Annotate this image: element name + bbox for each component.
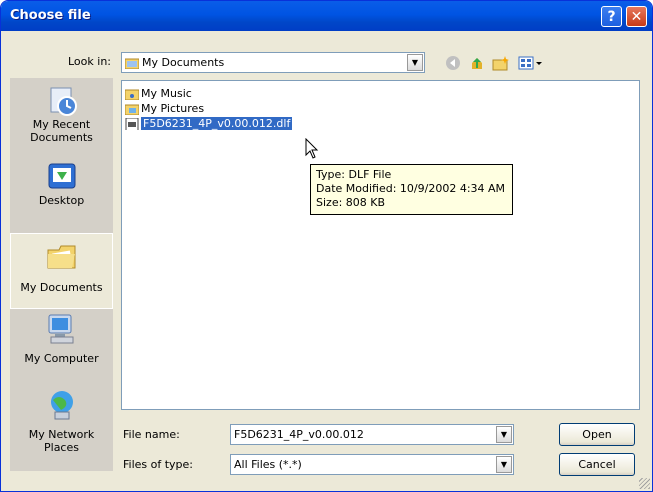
place-my-computer[interactable]: My Computer — [10, 312, 113, 365]
dlf-file-icon — [125, 118, 139, 130]
place-my-recent-documents[interactable]: My Recent Documents — [10, 84, 113, 144]
help-icon: ? — [607, 9, 616, 25]
close-button[interactable]: ✕ — [626, 6, 647, 27]
place-my-documents[interactable]: My Documents — [10, 233, 113, 309]
look-in-label: Look in: — [68, 55, 111, 68]
place-my-network-places[interactable]: My Network Places — [10, 388, 113, 454]
back-icon[interactable] — [444, 55, 462, 73]
cancel-button[interactable]: Cancel — [559, 453, 635, 476]
open-button[interactable]: Open — [559, 423, 635, 446]
file-name-input[interactable]: F5D6231_4P_v0.00.012 ▼ — [230, 424, 514, 445]
place-label: My Computer — [24, 352, 99, 365]
dialog-title: Choose file — [10, 8, 91, 23]
file-list[interactable]: My Music My Pictures F5D6231_4P_v0.00.01… — [121, 80, 640, 410]
title-bar[interactable]: Choose file ? ✕ — [1, 1, 652, 31]
file-type-value: All Files (*.*) — [234, 458, 302, 471]
look-in-value: My Documents — [142, 56, 225, 69]
music-folder-icon — [125, 89, 139, 100]
chevron-down-icon[interactable]: ▼ — [407, 54, 423, 71]
mouse-cursor-icon — [305, 138, 319, 159]
file-name: My Music — [141, 87, 192, 100]
up-folder-icon[interactable] — [468, 55, 486, 73]
list-item-selected[interactable]: F5D6231_4P_v0.00.012.dlf — [125, 117, 293, 132]
chevron-down-icon[interactable]: ▼ — [496, 426, 512, 443]
file-type-label: Files of type: — [123, 458, 194, 471]
file-name: F5D6231_4P_v0.00.012.dlf — [141, 117, 293, 130]
pictures-folder-icon — [125, 104, 139, 115]
places-bar: My Recent Documents Desktop My Documents… — [10, 78, 113, 471]
my-computer-icon — [48, 314, 73, 344]
close-icon: ✕ — [630, 9, 643, 25]
recent-documents-icon — [50, 87, 77, 116]
look-in-value-wrap: My Documents — [124, 56, 225, 70]
place-label: Desktop — [38, 194, 85, 207]
place-label: My Recent Documents — [30, 118, 93, 144]
my-documents-small-icon — [124, 58, 140, 70]
file-type-dropdown[interactable]: All Files (*.*) ▼ — [230, 454, 514, 475]
file-info-tooltip: Type: DLF File Date Modified: 10/9/2002 … — [310, 164, 513, 215]
tooltip-type: Type: DLF File — [316, 168, 392, 181]
view-menu-icon[interactable] — [518, 55, 544, 73]
network-places-icon — [50, 391, 73, 420]
tooltip-date-modified: Date Modified: 10/9/2002 4:34 AM — [316, 182, 506, 195]
new-folder-icon[interactable] — [492, 55, 510, 73]
my-documents-icon — [47, 245, 75, 269]
list-item[interactable]: My Music — [125, 87, 192, 102]
look-in-dropdown[interactable]: My Documents ▼ — [121, 52, 425, 73]
choose-file-dialog: Choose file ? ✕ Look in: My Documents ▼ … — [0, 0, 653, 492]
file-name-label: File name: — [123, 428, 180, 441]
file-name-value: F5D6231_4P_v0.00.012 — [234, 428, 364, 441]
chevron-down-icon[interactable]: ▼ — [496, 456, 512, 473]
tooltip-size: Size: 808 KB — [316, 196, 386, 209]
resize-grip[interactable] — [639, 478, 650, 489]
place-desktop[interactable]: Desktop — [10, 160, 113, 207]
place-label: My Network Places — [28, 428, 95, 454]
file-name: My Pictures — [141, 102, 205, 115]
list-item[interactable]: My Pictures — [125, 102, 204, 117]
help-button[interactable]: ? — [601, 6, 622, 27]
place-label: My Documents — [20, 281, 103, 294]
desktop-icon — [48, 163, 75, 189]
